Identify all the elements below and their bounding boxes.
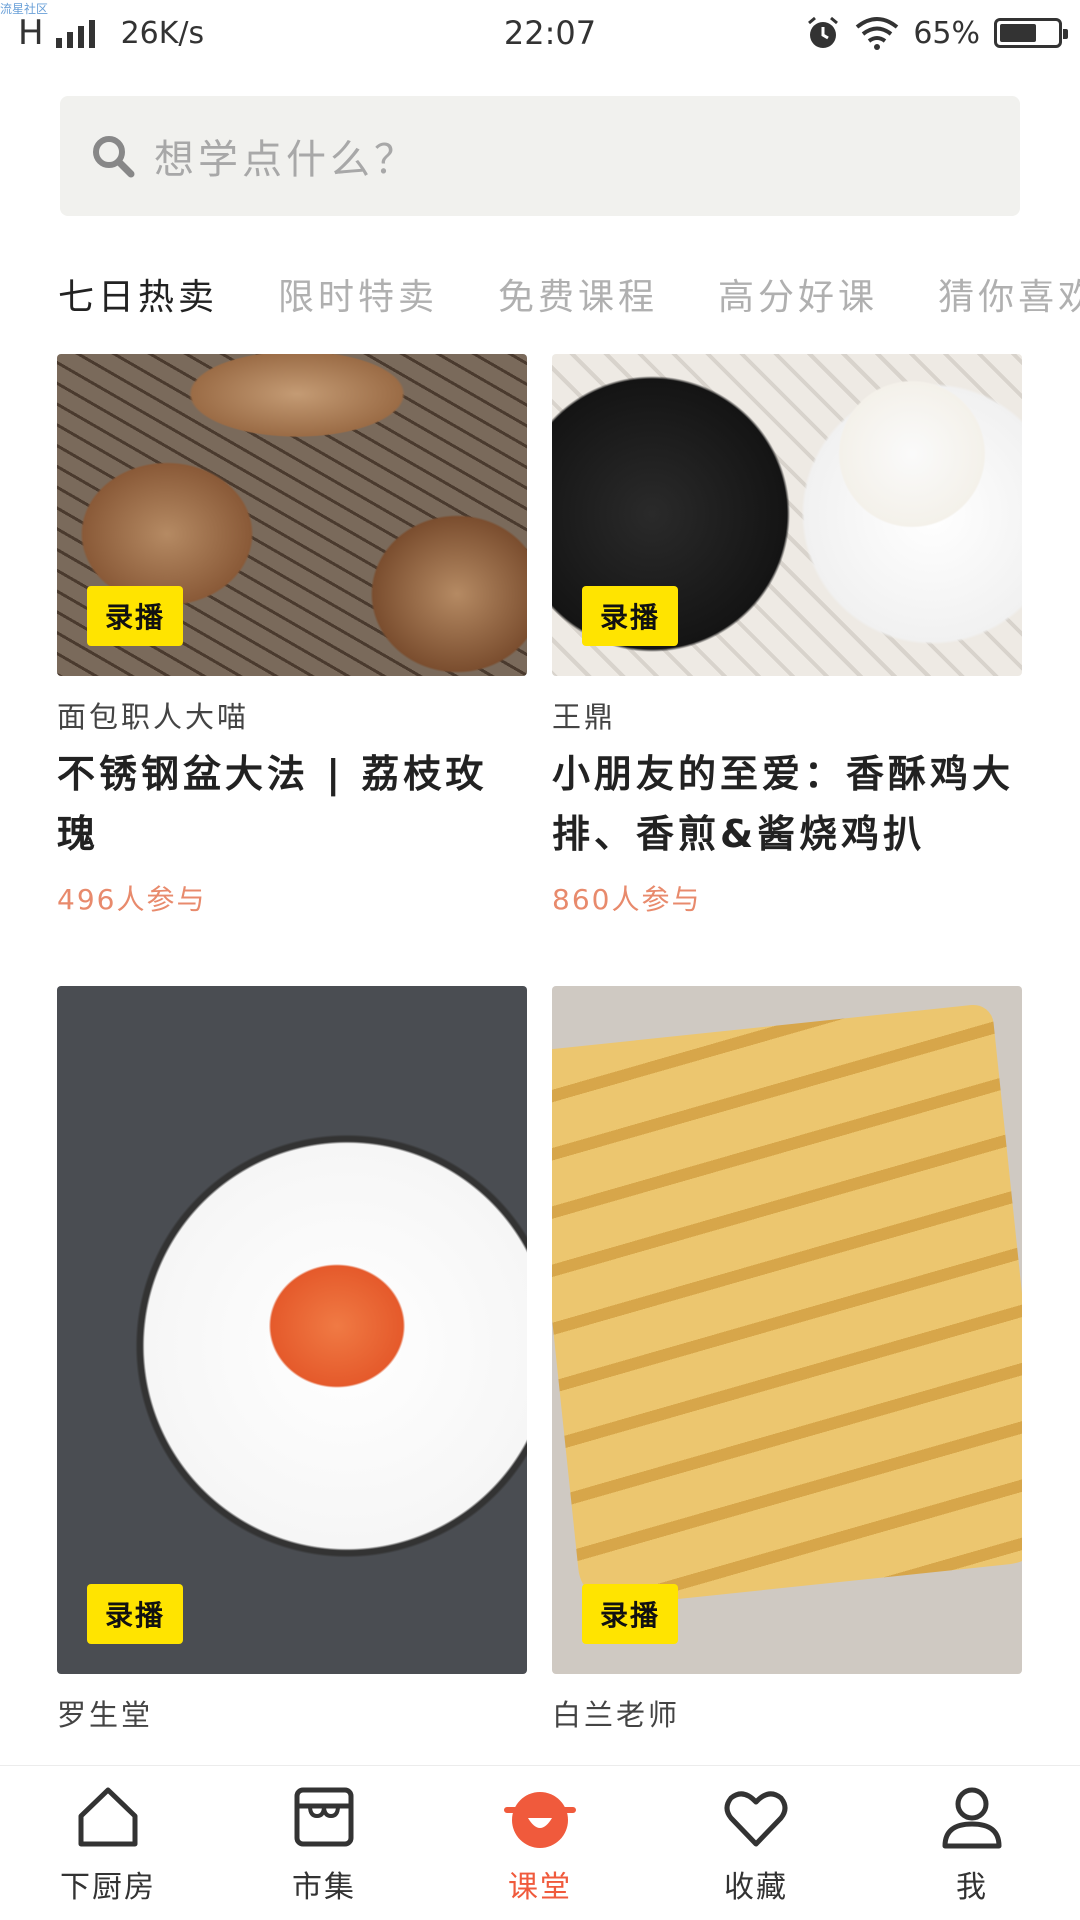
course-author: 白兰老师	[552, 1698, 681, 1732]
clock: 22:07	[503, 14, 597, 52]
nav-classroom[interactable]: 课堂	[450, 1780, 630, 1906]
status-bar: H 26K/s 22:07 65%	[0, 0, 1080, 66]
course-card[interactable]: 录播 王鼎 小朋友的至爱：香酥鸡大排、香煎&酱烧鸡扒 860人参与	[552, 354, 1022, 918]
recorded-badge: 录播	[582, 586, 679, 646]
category-tabs: 七日热卖 限时特卖 免费课程 高分好课 猜你喜欢	[58, 268, 1080, 328]
alarm-icon	[808, 16, 839, 48]
person-icon	[942, 1787, 1002, 1849]
store-icon	[294, 1787, 354, 1847]
course-author: 罗生堂	[57, 1698, 154, 1732]
course-title: 小朋友的至爱：香酥鸡大排、香煎&酱烧鸡扒	[552, 752, 1015, 856]
battery-fill	[1000, 24, 1037, 42]
course-title: 不锈钢盆大法 | 荔枝玫瑰	[57, 752, 488, 856]
course-image-bread[interactable]: 录播	[57, 354, 527, 676]
course-author: 王鼎	[552, 700, 617, 734]
tab-free-courses[interactable]: 免费课程	[498, 268, 658, 328]
tab-seven-day-hot[interactable]: 七日热卖	[58, 268, 218, 328]
course-image-chicken[interactable]: 录播	[552, 354, 1022, 676]
nav-label: 收藏	[724, 1870, 788, 1905]
participant-count: 860人参与	[552, 883, 702, 916]
pancake-stack	[552, 1002, 1022, 1610]
nav-label: 市集	[292, 1870, 356, 1905]
nav-kitchen[interactable]: 下厨房	[18, 1780, 198, 1906]
heart-icon	[724, 1791, 788, 1847]
search-bar[interactable]: 想学点什么？	[60, 96, 1020, 216]
signal-icon	[55, 18, 95, 48]
nav-label: 下厨房	[60, 1870, 156, 1905]
tab-limited-sale[interactable]: 限时特卖	[278, 268, 438, 328]
nav-favorites[interactable]: 收藏	[666, 1780, 846, 1906]
nav-label: 课堂	[508, 1870, 572, 1905]
bottom-navigation: 下厨房 市集 课堂 收藏 我	[0, 1765, 1080, 1920]
course-card[interactable]: 录播 罗生堂	[57, 986, 527, 1734]
nav-market[interactable]: 市集	[234, 1780, 414, 1906]
nav-label: 我	[956, 1870, 988, 1905]
course-author: 面包职人大喵	[57, 700, 250, 734]
nav-me[interactable]: 我	[882, 1780, 1062, 1906]
recorded-badge: 录播	[582, 1584, 679, 1644]
course-image-pancake[interactable]: 录播	[552, 986, 1022, 1674]
search-icon	[93, 136, 135, 178]
battery-percent: 65%	[913, 15, 980, 51]
network-speed: 26K/s	[120, 15, 205, 51]
pot-icon	[504, 1792, 576, 1848]
recorded-badge: 录播	[87, 1584, 184, 1644]
battery-icon	[994, 18, 1068, 48]
course-image-shrimp[interactable]: 录播	[57, 986, 527, 1674]
status-right: 65%	[782, 15, 1068, 51]
search-input[interactable]: 想学点什么？	[154, 127, 418, 185]
recorded-badge: 录播	[87, 586, 184, 646]
network-type: H	[18, 13, 44, 53]
tab-guess-you-like[interactable]: 猜你喜欢	[938, 268, 1080, 328]
tab-high-score[interactable]: 高分好课	[718, 268, 878, 328]
house-icon	[78, 1787, 138, 1847]
course-card[interactable]: 录播 面包职人大喵 不锈钢盆大法 | 荔枝玫瑰 496人参与	[57, 354, 527, 918]
wifi-icon	[856, 17, 899, 50]
course-card[interactable]: 录播 白兰老师	[552, 986, 1022, 1734]
participant-count: 496人参与	[57, 883, 207, 916]
